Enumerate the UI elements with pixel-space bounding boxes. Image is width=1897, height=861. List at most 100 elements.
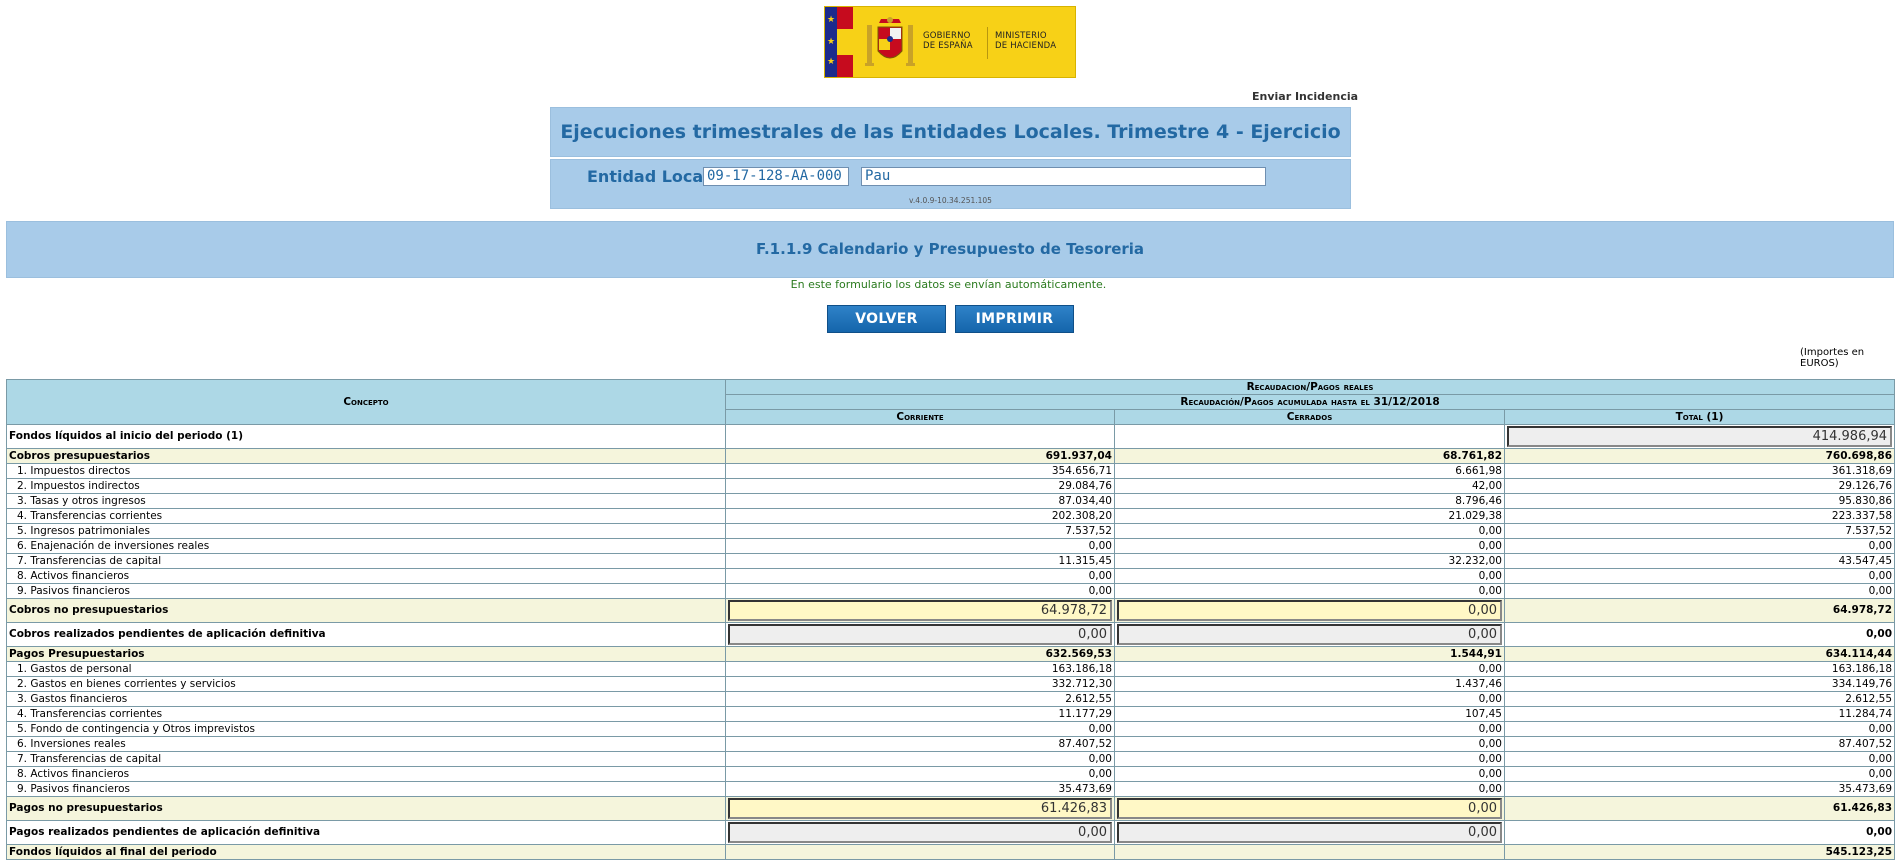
table-row: 2. Gastos en bienes corrientes y servici… (6, 676, 1896, 692)
pagos-pendientes-corriente-input[interactable]: 0,00 (728, 822, 1112, 843)
cell-total: 0,00 (1503, 568, 1896, 584)
table-row: 1. Gastos de personal 163.186,18 0,00 163.1… (6, 661, 1896, 677)
cell-corriente: 0,00 (725, 538, 1115, 554)
cell-cerrados: 0,00 (1114, 781, 1505, 797)
table-row: 8. Activos financieros 0,00 0,00 0,00 (6, 568, 1896, 584)
cell-total: 61.426,83 (1503, 796, 1896, 821)
cell-corriente: 332.712,30 (725, 676, 1115, 692)
cell-cerrados: 32.232,00 (1114, 553, 1505, 569)
row-label: Pagos realizados pendientes de aplicació… (6, 820, 726, 845)
row-label: 6. Inversiones reales (6, 736, 726, 752)
cobros-no-presupuestarios-cerrados-input[interactable]: 0,00 (1117, 600, 1502, 621)
cell-corriente: 11.315,45 (725, 553, 1115, 569)
cell-total: 634.114,44 (1503, 646, 1896, 662)
pagos-no-presupuestarios-cerrados-input[interactable]: 0,00 (1117, 798, 1502, 819)
entidad-bar: Entidad Local: 09-17-128-AA-000 Pau v.4.… (550, 159, 1351, 209)
table-row-fondos-final: Fondos líquidos al final del periodo 545.… (6, 844, 1896, 860)
row-label: 1. Gastos de personal (6, 661, 726, 677)
row-label: 9. Pasivos financieros (6, 583, 726, 599)
cell-total: 361.318,69 (1503, 463, 1896, 479)
pagos-pendientes-cerrados-input[interactable]: 0,00 (1117, 822, 1502, 843)
cell-total: 0,00 (1503, 622, 1896, 647)
row-label: Pagos no presupuestarios (6, 796, 726, 821)
cobros-pendientes-corriente-input[interactable]: 0,00 (728, 624, 1112, 645)
cell-cerrados: 8.796,46 (1114, 493, 1505, 509)
cell-total: 0,00 (1503, 820, 1896, 845)
cell-cerrados: 1.544,91 (1114, 646, 1505, 662)
row-label: 7. Transferencias de capital (6, 553, 726, 569)
cell-corriente: 202.308,20 (725, 508, 1115, 524)
header-cerrados: Cerrados (1114, 409, 1505, 425)
cell-cerrados: 6.661,98 (1114, 463, 1505, 479)
imprimir-button[interactable]: IMPRIMIR (955, 305, 1074, 333)
row-label: 5. Ingresos patrimoniales (6, 523, 726, 539)
cell-cerrados: 0,00 (1114, 751, 1505, 767)
row-label: 2. Impuestos indirectos (6, 478, 726, 494)
cell-total: 0,00 (1503, 583, 1896, 599)
row-label: Pagos Presupuestarios (6, 646, 726, 662)
table-row: 4. Transferencias corrientes 202.308,20 21… (6, 508, 1896, 524)
cell-cerrados: 0,00 (1114, 583, 1505, 599)
row-label: 8. Activos financieros (6, 766, 726, 782)
gobierno-logo: ★ ★ ★ GOBIERNO DE ESPAÑA MINISTERIO DE H… (824, 6, 1076, 78)
table-row-fondos-inicio: Fondos líquidos al inicio del periodo (1… (6, 424, 1896, 449)
row-label: 7. Transferencias de capital (6, 751, 726, 767)
table-row: 7. Transferencias de capital 11.315,45 32.… (6, 553, 1896, 569)
page-title-bar: Ejecuciones trimestrales de las Entidade… (550, 107, 1351, 191)
version-text: v.4.0.9-10.34.251.105 (909, 196, 992, 205)
cell-cerrados: 0,00 (1114, 691, 1505, 707)
entidad-label: Entidad Local: (587, 167, 716, 186)
cell-cerrados: 0,00 (1114, 568, 1505, 584)
table-row: 2. Impuestos indirectos 29.084,76 42,00 29.… (6, 478, 1896, 494)
header-group: Recaudacion/Pagos reales (724, 379, 1896, 395)
cell-total: 29.126,76 (1503, 478, 1896, 494)
row-label: 8. Activos financieros (6, 568, 726, 584)
cell-cerrados: 0,00 (1114, 538, 1505, 554)
cell-total: 11.284,74 (1503, 706, 1896, 722)
cell-total: 43.547,45 (1503, 553, 1896, 569)
cobros-pendientes-cerrados-input[interactable]: 0,00 (1117, 624, 1502, 645)
row-label: 1. Impuestos directos (6, 463, 726, 479)
row-label: 4. Transferencias corrientes (6, 508, 726, 524)
cobros-no-presupuestarios-corriente-input[interactable]: 64.978,72 (728, 600, 1112, 621)
enviar-incidencia-link[interactable]: Enviar Incidencia (1252, 90, 1358, 103)
pagos-no-presupuestarios-corriente-input[interactable]: 61.426,83 (728, 798, 1112, 819)
cell-total: 95.830,86 (1503, 493, 1896, 509)
table-row: 1. Impuestos directos 354.656,71 6.661,98 3… (6, 463, 1896, 479)
cell-total: 545.123,25 (1503, 844, 1896, 860)
cell-total: 334.149,76 (1503, 676, 1896, 692)
entidad-code-field[interactable]: 09-17-128-AA-000 (703, 167, 849, 186)
cell-corriente: 0,00 (725, 583, 1115, 599)
cell-corriente: 0,00 (725, 721, 1115, 737)
table-row: 9. Pasivos financieros 35.473,69 0,00 35.47… (6, 781, 1896, 797)
row-label: 3. Gastos financieros (6, 691, 726, 707)
cell-cerrados: 42,00 (1114, 478, 1505, 494)
cell-corriente: 632.569,53 (725, 646, 1115, 662)
cobros-no-presupuestarios: Cobros no presupuestarios 64.978,72 0,00 64… (6, 598, 1896, 623)
cell-total: 0,00 (1503, 538, 1896, 554)
logo-ministerio-text: MINISTERIO DE HACIENDA (995, 31, 1057, 51)
logo-gobierno-text: GOBIERNO DE ESPAÑA (923, 31, 973, 51)
row-label: 9. Pasivos financieros (6, 781, 726, 797)
cell-cerrados: 21.029,38 (1114, 508, 1505, 524)
row-label: 4. Transferencias corrientes (6, 706, 726, 722)
table-row: 5. Ingresos patrimoniales 7.537,52 0,00 7.5… (6, 523, 1896, 539)
fondos-inicio-input[interactable]: 414.986,94 (1507, 426, 1893, 447)
row-label: Fondos líquidos al inicio del periodo (1… (6, 424, 726, 449)
entidad-name-field[interactable]: Pau (861, 167, 1266, 186)
cell-total: 163.186,18 (1503, 661, 1896, 677)
row-label: Cobros no presupuestarios (6, 598, 726, 623)
cell-corriente: 87.407,52 (725, 736, 1115, 752)
table-row: 3. Gastos financieros 2.612,55 0,00 2.612,5… (6, 691, 1896, 707)
eu-spain-flag-icon: ★ ★ ★ (825, 7, 853, 77)
table-row: 9. Pasivos financieros 0,00 0,00 0,00 (6, 583, 1896, 599)
pagos-no-presupuestarios: Pagos no presupuestarios 61.426,83 0,00 61.… (6, 796, 1896, 821)
row-label: Fondos líquidos al final del periodo (6, 844, 726, 860)
cell-corriente: 691.937,04 (725, 448, 1115, 464)
row-label: 3. Tasas y otros ingresos (6, 493, 726, 509)
cell-corriente: 0,00 (725, 751, 1115, 767)
volver-button[interactable]: VOLVER (827, 305, 946, 333)
cell-total: 760.698,86 (1503, 448, 1896, 464)
cell-corriente: 29.084,76 (725, 478, 1115, 494)
cell-total: 7.537,52 (1503, 523, 1896, 539)
